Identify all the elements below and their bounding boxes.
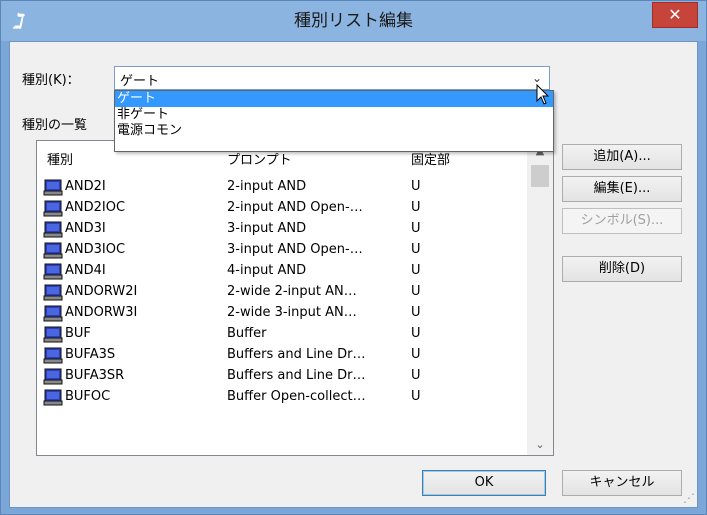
row-type: ANDORW2I: [65, 284, 138, 299]
row-type: AND4I: [65, 263, 106, 278]
table-row[interactable]: AND2I 2-input AND U: [37, 177, 527, 198]
component-icon: [43, 284, 63, 301]
add-button[interactable]: 追加(A)...: [562, 144, 682, 170]
vertical-scrollbar[interactable]: ▲ ⌄: [527, 141, 553, 455]
cancel-button[interactable]: キャンセル: [562, 470, 682, 496]
dialog-window: ℷ 種別リスト編集 ✕ 種別(K)： ゲート ⌄ ゲート 非ゲート 電源コモン 種別…: [0, 0, 707, 515]
delete-button[interactable]: 削除(D): [562, 256, 682, 282]
table-row[interactable]: AND3IOC 3-input AND Open-… U: [37, 240, 527, 261]
window-title: 種別リスト編集: [294, 11, 413, 31]
table-row[interactable]: BUFA3S Buffers and Line Dr… U: [37, 345, 527, 366]
component-icon: [43, 368, 63, 385]
row-prompt: 2-input AND Open-…: [227, 200, 363, 215]
table-row[interactable]: BUFA3SR Buffers and Line Dr… U: [37, 366, 527, 387]
table-row[interactable]: BUF Buffer U: [37, 324, 527, 345]
resize-grip-icon[interactable]: ⋰: [681, 491, 695, 505]
component-icon: [43, 179, 63, 196]
row-prompt: 3-input AND Open-…: [227, 242, 363, 257]
close-button[interactable]: ✕: [652, 2, 698, 28]
row-prompt: 2-input AND: [227, 179, 307, 194]
row-prompt: 3-input AND: [227, 221, 307, 236]
table-row[interactable]: AND2IOC 2-input AND Open-… U: [37, 198, 527, 219]
row-type: ANDORW3I: [65, 305, 138, 320]
row-type: BUF: [65, 326, 91, 341]
row-fixed: U: [411, 242, 421, 257]
row-fixed: U: [411, 179, 421, 194]
column-header-type[interactable]: 種別: [47, 149, 73, 168]
edit-button[interactable]: 編集(E)...: [562, 176, 682, 202]
component-icon: [43, 389, 63, 406]
row-fixed: U: [411, 368, 421, 383]
row-type: AND2IOC: [65, 200, 126, 215]
row-fixed: U: [411, 305, 421, 320]
dialog-body: 種別(K)： ゲート ⌄ ゲート 非ゲート 電源コモン 種別の一覧 種別 プロンプト…: [9, 41, 698, 508]
type-dropdown-list[interactable]: ゲート 非ゲート 電源コモン: [114, 90, 554, 152]
component-icon: [43, 242, 63, 259]
row-type: AND2I: [65, 179, 106, 194]
scroll-down-icon[interactable]: ⌄: [527, 435, 553, 455]
row-type: AND3I: [65, 221, 106, 236]
symbol-button[interactable]: シンボル(S)...: [562, 208, 682, 234]
row-prompt: Buffer Open-collect…: [227, 389, 366, 404]
row-fixed: U: [411, 389, 421, 404]
row-type: BUFA3SR: [65, 368, 125, 383]
type-combobox[interactable]: ゲート ⌄: [114, 66, 550, 90]
mouse-cursor-icon: [536, 83, 550, 110]
type-list-label: 種別の一覧: [22, 118, 88, 133]
table-row[interactable]: ANDORW2I 2-wide 2-input AN… U: [37, 282, 527, 303]
component-icon: [43, 305, 63, 322]
row-prompt: Buffers and Line Dr…: [227, 347, 366, 362]
row-prompt: Buffers and Line Dr…: [227, 368, 366, 383]
row-fixed: U: [411, 284, 421, 299]
row-prompt: 2-wide 2-input AN…: [227, 284, 357, 299]
row-prompt: 2-wide 3-input AN…: [227, 305, 357, 320]
title-bar[interactable]: ℷ 種別リスト編集 ✕: [1, 1, 706, 41]
row-fixed: U: [411, 200, 421, 215]
scrollbar-thumb[interactable]: [531, 165, 549, 187]
type-label: 種別(K)：: [22, 73, 80, 88]
type-combobox-value: ゲート: [120, 74, 160, 89]
dropdown-option[interactable]: ゲート: [115, 91, 553, 107]
row-fixed: U: [411, 347, 421, 362]
table-row[interactable]: AND4I 4-input AND U: [37, 261, 527, 282]
list-rows: AND2I 2-input AND U AND2IOC 2-input AND Open…: [37, 177, 527, 408]
row-prompt: Buffer: [227, 326, 267, 341]
row-type: BUFOC: [65, 389, 111, 404]
row-fixed: U: [411, 263, 421, 278]
component-icon: [43, 200, 63, 217]
dropdown-option[interactable]: 非ゲート: [115, 107, 553, 123]
row-fixed: U: [411, 221, 421, 236]
table-row[interactable]: AND3I 3-input AND U: [37, 219, 527, 240]
type-list-view[interactable]: 種別 プロンプト 固定部 AND2I 2-input AND U AND2IOC 2-i…: [36, 140, 554, 456]
component-icon: [43, 221, 63, 238]
component-icon: [43, 263, 63, 280]
row-type: AND3IOC: [65, 242, 126, 257]
row-fixed: U: [411, 326, 421, 341]
row-prompt: 4-input AND: [227, 263, 307, 278]
table-row[interactable]: BUFOC Buffer Open-collect… U: [37, 387, 527, 408]
component-icon: [43, 347, 63, 364]
component-icon: [43, 326, 63, 343]
dropdown-option[interactable]: 電源コモン: [115, 123, 553, 139]
table-row[interactable]: ANDORW3I 2-wide 3-input AN… U: [37, 303, 527, 324]
ok-button[interactable]: OK: [422, 470, 546, 496]
row-type: BUFA3S: [65, 347, 116, 362]
